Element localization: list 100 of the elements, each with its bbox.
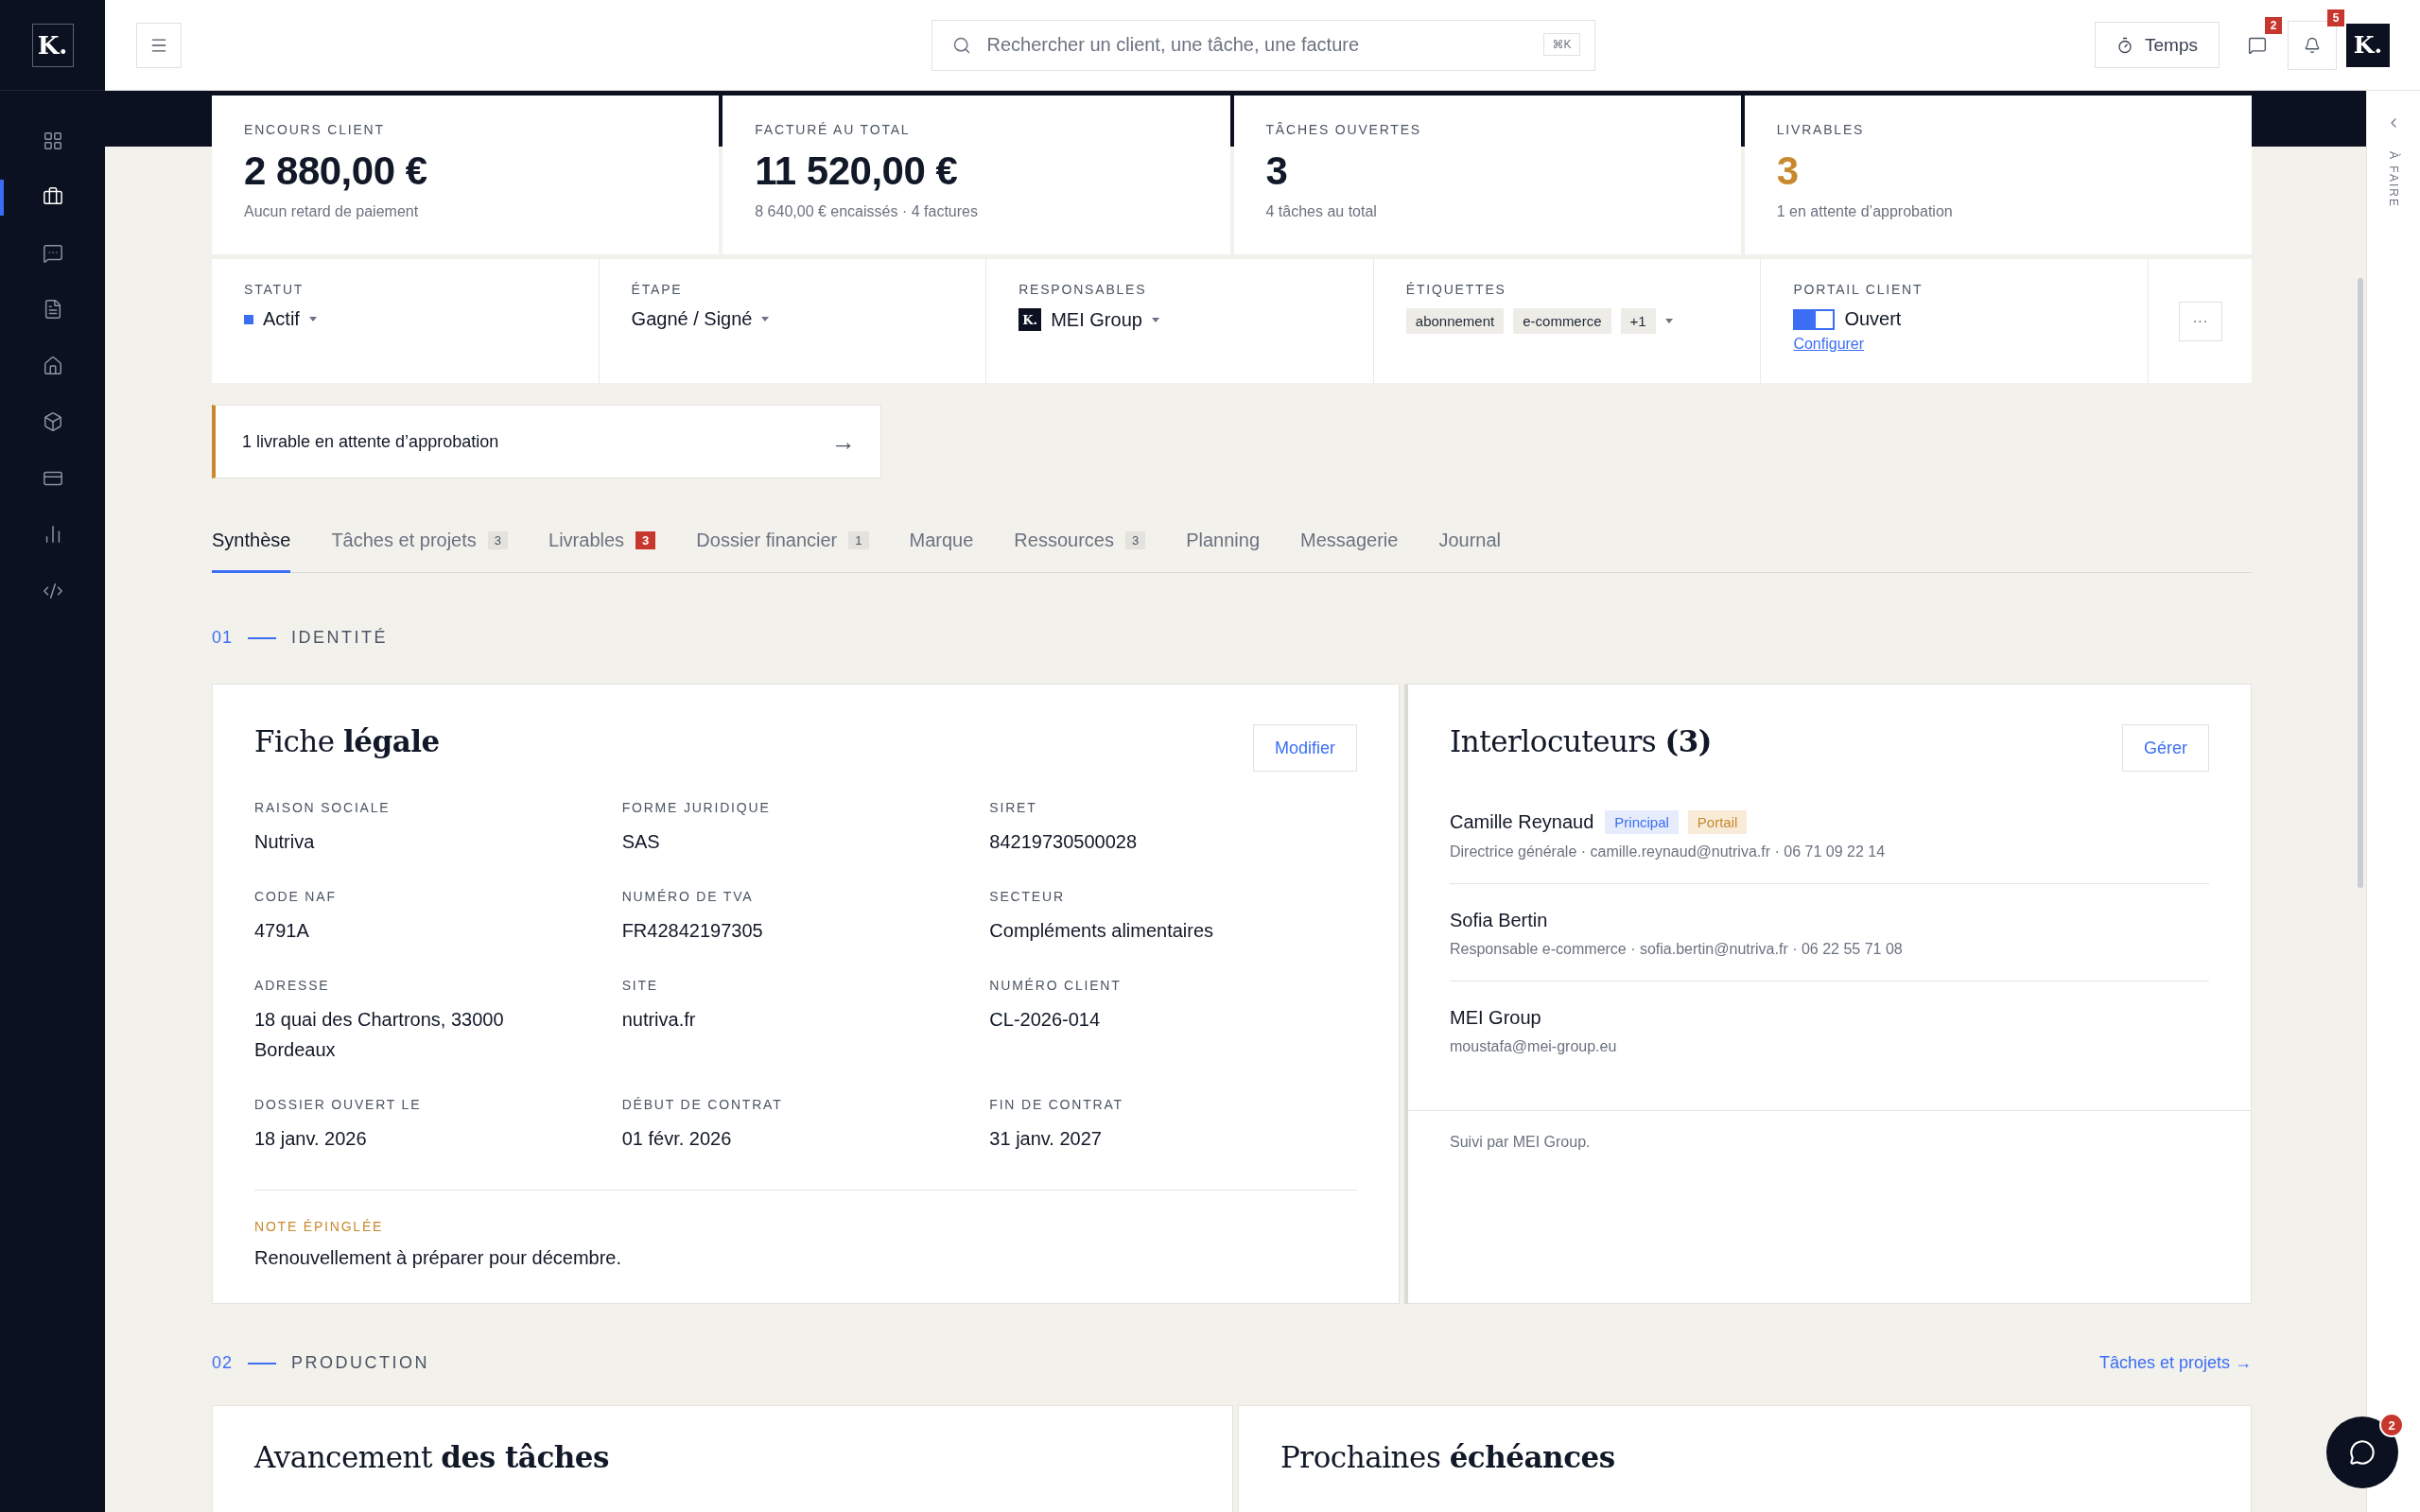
grid-icon <box>42 130 63 151</box>
search-icon <box>951 35 971 55</box>
chat-icon <box>2349 1439 2376 1466</box>
house-icon <box>42 355 63 376</box>
field-label: FIN DE CONTRAT <box>989 1097 1124 1112</box>
count-badge: 5 <box>2327 9 2344 26</box>
card-title: Avancement des tâches <box>254 1440 610 1474</box>
time-button[interactable]: Temps <box>2095 22 2220 68</box>
contact-name: Sofia Bertin <box>1450 910 1548 931</box>
contact-details: Responsable e-commerce · sofia.bertin@nutriva.fr · 06 22 55 71 08 <box>1450 941 1904 958</box>
message-icon <box>2248 35 2267 55</box>
field-value: 01 févr. 2026 <box>621 1127 733 1151</box>
notifications-button[interactable] <box>2288 20 2337 70</box>
configure-link[interactable]: Configurer <box>1793 336 2115 353</box>
contact-details: Directrice générale · camille.reynaud@nutriva.fr · 06 71 09 22 14 <box>1450 843 1887 860</box>
field-value: FR42842197305 <box>621 919 764 943</box>
field-label: PORTAIL CLIENT <box>1793 282 1924 297</box>
more-button[interactable]: ··· <box>2178 301 2222 341</box>
section-number: 01 <box>212 628 234 648</box>
tab[interactable]: Messagerie <box>1300 511 1399 573</box>
timer-icon <box>2116 36 2134 54</box>
approval-alert[interactable]: 1 livrable en attente d’approbation → <box>212 405 881 478</box>
role-badge: Principal <box>1605 810 1679 834</box>
stage-value[interactable]: Gagné / Signé <box>631 308 753 330</box>
stat-label: ENCOURS CLIENT <box>244 122 386 137</box>
caret-icon <box>1151 317 1159 322</box>
tag: abonnement <box>1405 308 1505 334</box>
field-value: 31 janv. 2027 <box>989 1127 1103 1151</box>
field-value: SAS <box>621 830 661 854</box>
portal-state: Ouvert <box>1844 308 1902 330</box>
follow-note: Suivi par MEI Group. <box>1450 1134 1591 1150</box>
tasks-link[interactable]: Tâches et projets → <box>2098 1353 2252 1373</box>
todo-rail-label[interactable]: À FAIRE <box>2387 151 2400 208</box>
stat-value: 11 520,00 € <box>755 148 959 194</box>
caret-icon <box>761 317 770 322</box>
card-title: Prochaines échéances <box>1280 1440 1616 1474</box>
logo[interactable]: K. <box>31 23 74 67</box>
caret-icon <box>1664 319 1673 323</box>
stat-note: Aucun retard de paiement <box>244 203 420 220</box>
user-avatar[interactable]: K. <box>2346 23 2390 67</box>
stat-note: 4 tâches au total <box>1265 203 1378 220</box>
arrow: → <box>831 426 856 457</box>
tab[interactable]: Synthèse <box>212 511 291 573</box>
field-value: nutriva.fr <box>621 1008 697 1032</box>
stat-value: 2 880,00 € <box>244 148 428 194</box>
stat-label: FACTURÉ AU TOTAL <box>755 122 912 137</box>
stat-label: TÂCHES OUVERTES <box>1265 122 1422 137</box>
section-title: IDENTITÉ <box>291 628 389 648</box>
field-label: DÉBUT DE CONTRAT <box>621 1097 784 1112</box>
stat-note: 1 en attente d’approbation <box>1776 203 1954 220</box>
field-value: 18 janv. 2026 <box>254 1127 368 1151</box>
contact-details: moustafa@mei-group.eu <box>1450 1038 1618 1055</box>
field-label: NUMÉRO CLIENT <box>989 978 1123 993</box>
tab[interactable]: Marque <box>909 511 974 573</box>
tab[interactable]: Planning <box>1186 511 1260 573</box>
role-badge: Portail <box>1687 810 1748 834</box>
field-label: ADRESSE <box>254 978 331 993</box>
field-value: CL-2026-014 <box>989 1008 1102 1032</box>
tab[interactable]: Tâches et projets 3 <box>331 511 509 573</box>
stat-value: 3 <box>1776 148 1800 194</box>
field-value: 18 quai des Chartrons, 33000 Bordeaux <box>254 1008 505 1062</box>
field-label: ÉTIQUETTES <box>1405 282 1507 297</box>
stat-value: 3 <box>1265 148 1289 194</box>
tab[interactable]: Livrables 3 <box>548 511 656 573</box>
field-label: STATUT <box>244 282 305 297</box>
field-label: CODE NAF <box>254 889 338 904</box>
card-title: Interlocuteurs (3) <box>1450 724 1712 758</box>
tab-count: 3 <box>1124 531 1146 549</box>
manage-button[interactable]: Gérer <box>2122 724 2209 772</box>
chat-bubble-icon <box>42 242 63 264</box>
count-badge: 2 <box>2265 16 2282 34</box>
menu-button[interactable] <box>136 22 182 68</box>
tab[interactable]: Journal <box>1438 511 1501 573</box>
stat-note: 8 640,00 € encaissés · 4 factures <box>755 203 979 220</box>
field-label: SECTEUR <box>989 889 1066 904</box>
edit-button[interactable]: Modifier <box>1252 724 1357 772</box>
tab[interactable]: Ressources 3 <box>1014 511 1146 573</box>
contact-name: MEI Group <box>1450 1007 1541 1029</box>
field-label: DOSSIER OUVERT LE <box>254 1097 423 1112</box>
contact-name: Camille Reynaud <box>1450 811 1594 833</box>
field-value: 84219730500028 <box>989 830 1139 854</box>
field-label: NUMÉRO DE TVA <box>621 889 755 904</box>
tag: +1 <box>1620 308 1656 334</box>
status-value[interactable]: Actif <box>263 308 300 330</box>
caret-icon <box>308 317 317 322</box>
section-number: 02 <box>212 1353 234 1373</box>
portal-switch[interactable] <box>1793 308 1836 330</box>
box-icon <box>42 411 63 433</box>
field-label: RAISON SOCIALE <box>254 800 392 815</box>
owner-value[interactable]: MEI Group <box>1051 308 1142 331</box>
field-label: SITE <box>621 978 659 993</box>
section-title: PRODUCTION <box>291 1353 430 1373</box>
tag: e-commerce <box>1513 308 1611 334</box>
field-value: Compléments alimentaires <box>989 919 1215 943</box>
shortcut-hint: ⌘K <box>1543 32 1580 56</box>
card-title: Fiche légale <box>254 724 440 758</box>
tab[interactable]: Dossier financier 1 <box>696 511 869 573</box>
scrollbar-thumb[interactable] <box>2358 278 2363 888</box>
field-value: Nutriva <box>254 830 316 854</box>
stat-label: LIVRABLES <box>1776 122 1866 137</box>
